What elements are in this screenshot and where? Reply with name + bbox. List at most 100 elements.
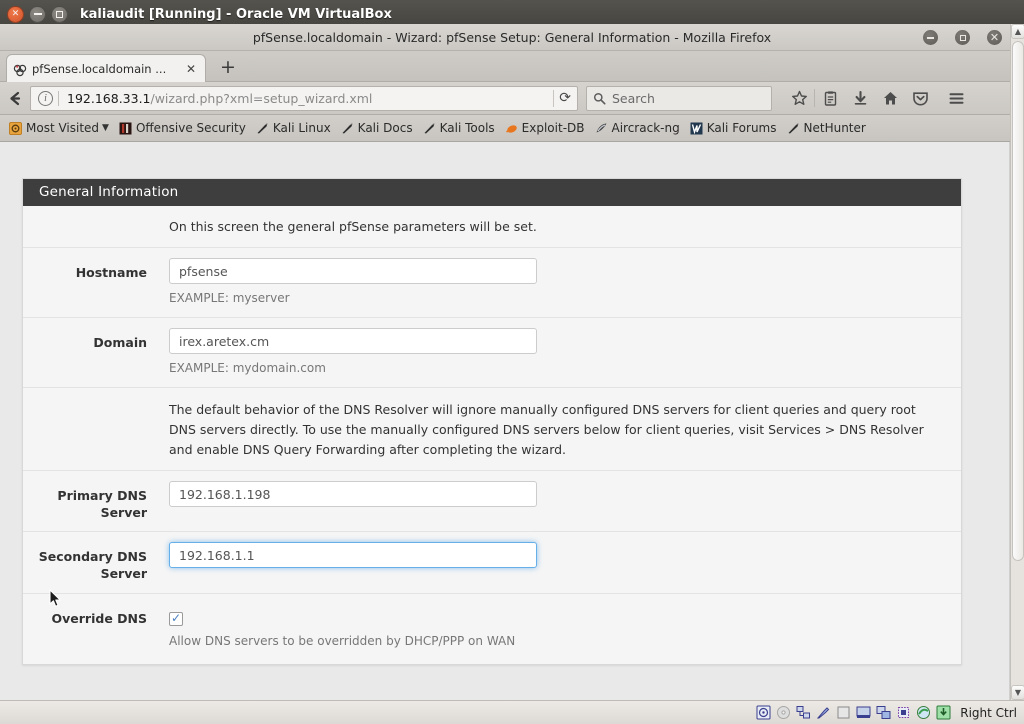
aircrack-ng-icon (595, 122, 608, 135)
guest-scroll-down-icon[interactable]: ▼ (1011, 685, 1024, 700)
bookmark-kali-tools[interactable]: Kali Tools (418, 117, 500, 139)
domain-input[interactable] (169, 328, 537, 354)
bookmark-label: Aircrack-ng (611, 121, 680, 135)
vbox-close-button[interactable]: ✕ (7, 5, 24, 23)
dns-resolver-note: The default behavior of the DNS Resolver… (169, 402, 924, 457)
bookmark-kali-linux[interactable]: Kali Linux (251, 117, 336, 139)
firefox-window: pfSense.localdomain - Wizard: pfSense Se… (0, 24, 1024, 700)
dns-note-spacer (23, 398, 169, 404)
firefox-minimize-button[interactable] (923, 30, 938, 45)
pocket-icon[interactable] (905, 84, 935, 112)
cpu-icon[interactable] (896, 705, 911, 720)
bookmark-label: Kali Tools (439, 121, 495, 135)
bookmark-label: NetHunter (803, 121, 866, 135)
virtualbox-window: ✕ kaliaudit [Running] - Oracle VM Virtua… (0, 0, 1024, 724)
bookmark-label: Kali Linux (272, 121, 331, 135)
primary-dns-input[interactable] (169, 481, 537, 507)
bookmark-label: Kali Forums (706, 121, 777, 135)
firefox-titlebar: pfSense.localdomain - Wizard: pfSense Se… (0, 24, 1024, 51)
bookmark-label: Exploit-DB (521, 121, 585, 135)
offensive-security-icon (119, 122, 132, 135)
host-key-label: Right Ctrl (960, 705, 1017, 720)
intro-text: On this screen the general pfSense param… (169, 219, 537, 234)
shared-folder-icon[interactable] (836, 705, 851, 720)
search-icon (593, 92, 606, 105)
hostname-input[interactable] (169, 258, 537, 284)
bookmarks-toolbar: Most Visited ▼ Offensive Security Kali L… (0, 115, 1024, 142)
override-dns-checkbox[interactable]: ✓ (169, 612, 183, 626)
url-divider-2 (553, 89, 555, 107)
guest-scrollbar-thumb[interactable] (1012, 41, 1024, 561)
kali-dragon-icon (256, 122, 269, 135)
tab-close-icon[interactable]: ✕ (183, 62, 199, 76)
most-visited-icon (9, 121, 22, 135)
firefox-tabstrip: pfSense.localdomain ... ✕ + (0, 51, 1024, 82)
vm-guest-additions-icon[interactable] (916, 705, 931, 720)
network-icon[interactable] (796, 705, 811, 720)
domain-help: EXAMPLE: mydomain.com (169, 361, 326, 375)
shared-clipboard-icon[interactable] (876, 705, 891, 720)
hostname-help: EXAMPLE: myserver (169, 291, 290, 305)
url-path: /wizard.php?xml=setup_wizard.xml (150, 90, 373, 106)
bookmark-label: Offensive Security (135, 121, 246, 135)
primary-dns-row: Primary DNS Server (23, 471, 961, 532)
firefox-close-button[interactable]: ✕ (987, 30, 1002, 45)
back-button-icon[interactable] (2, 85, 28, 111)
secondary-dns-input[interactable] (169, 542, 537, 568)
primary-dns-label: Primary DNS Server (57, 488, 147, 520)
library-icon[interactable] (815, 84, 845, 112)
kali-dragon-icon (341, 122, 354, 135)
display-icon[interactable] (856, 705, 871, 720)
dns-note-row: The default behavior of the DNS Resolver… (23, 388, 961, 471)
general-information-panel: General Information On this screen the g… (22, 178, 962, 665)
browser-tab-title: pfSense.localdomain ... (32, 61, 167, 76)
guest-scroll-up-icon[interactable]: ▲ (1011, 24, 1024, 39)
exploit-db-icon (505, 122, 518, 135)
domain-row: Domain EXAMPLE: mydomain.com (23, 318, 961, 388)
url-divider (58, 90, 59, 106)
bookmark-nethunter[interactable]: NetHunter (782, 117, 871, 139)
panel-title: General Information (23, 179, 961, 206)
kali-dragon-icon (423, 122, 436, 135)
bookmark-star-icon[interactable] (784, 84, 814, 112)
override-dns-row: Override DNS ✓ Allow DNS servers to be o… (23, 594, 961, 664)
home-icon[interactable] (875, 84, 905, 112)
reload-icon[interactable]: ⟳ (559, 90, 574, 106)
downloads-icon[interactable] (845, 84, 875, 112)
override-dns-label: Override DNS (51, 611, 147, 626)
kali-forums-icon (690, 122, 703, 135)
override-dns-help: Allow DNS servers to be overridden by DH… (169, 634, 516, 648)
site-info-icon[interactable]: i (38, 90, 53, 106)
hamburger-menu-icon[interactable] (941, 84, 971, 112)
bookmark-exploit-db[interactable]: Exploit-DB (500, 117, 590, 139)
url-text: 192.168.33.1/wizard.php?xml=setup_wizard… (67, 91, 548, 106)
hostname-label: Hostname (75, 265, 147, 280)
new-tab-button[interactable]: + (220, 57, 236, 77)
search-bar[interactable]: Search (586, 85, 772, 111)
bookmark-aircrack-ng[interactable]: Aircrack-ng (590, 117, 685, 139)
url-bar[interactable]: i 192.168.33.1/wizard.php?xml=setup_wiza… (30, 85, 578, 111)
hard-disk-icon[interactable] (756, 705, 771, 720)
domain-label: Domain (93, 335, 147, 350)
bookmark-most-visited[interactable]: Most Visited ▼ (4, 117, 114, 139)
optical-disk-icon[interactable] (776, 705, 791, 720)
firefox-navigation-toolbar: i 192.168.33.1/wizard.php?xml=setup_wiza… (0, 82, 1024, 115)
firefox-maximize-button[interactable] (955, 30, 970, 45)
usb-icon[interactable] (816, 705, 831, 720)
bookmark-label: Most Visited (26, 121, 100, 135)
bookmark-kali-docs[interactable]: Kali Docs (336, 117, 418, 139)
browser-tab-pfsense[interactable]: pfSense.localdomain ... ✕ (6, 54, 206, 82)
checkmark-icon: ✓ (170, 611, 182, 625)
secondary-dns-label: Secondary DNS Server (38, 549, 147, 581)
intro-spacer (23, 216, 169, 222)
search-input[interactable]: Search (612, 91, 655, 106)
page-content: General Information On this screen the g… (0, 142, 1024, 700)
vbox-maximize-button[interactable] (51, 5, 68, 23)
hostname-row: Hostname EXAMPLE: myserver (23, 248, 961, 318)
guest-vertical-scrollbar[interactable]: ▲ ▼ (1010, 24, 1024, 700)
bookmark-kali-forums[interactable]: Kali Forums (685, 117, 782, 139)
capture-icon[interactable] (936, 705, 951, 720)
vbox-minimize-button[interactable] (29, 5, 46, 23)
bookmark-offensive-security[interactable]: Offensive Security (114, 117, 251, 139)
kali-dragon-icon (787, 122, 800, 135)
